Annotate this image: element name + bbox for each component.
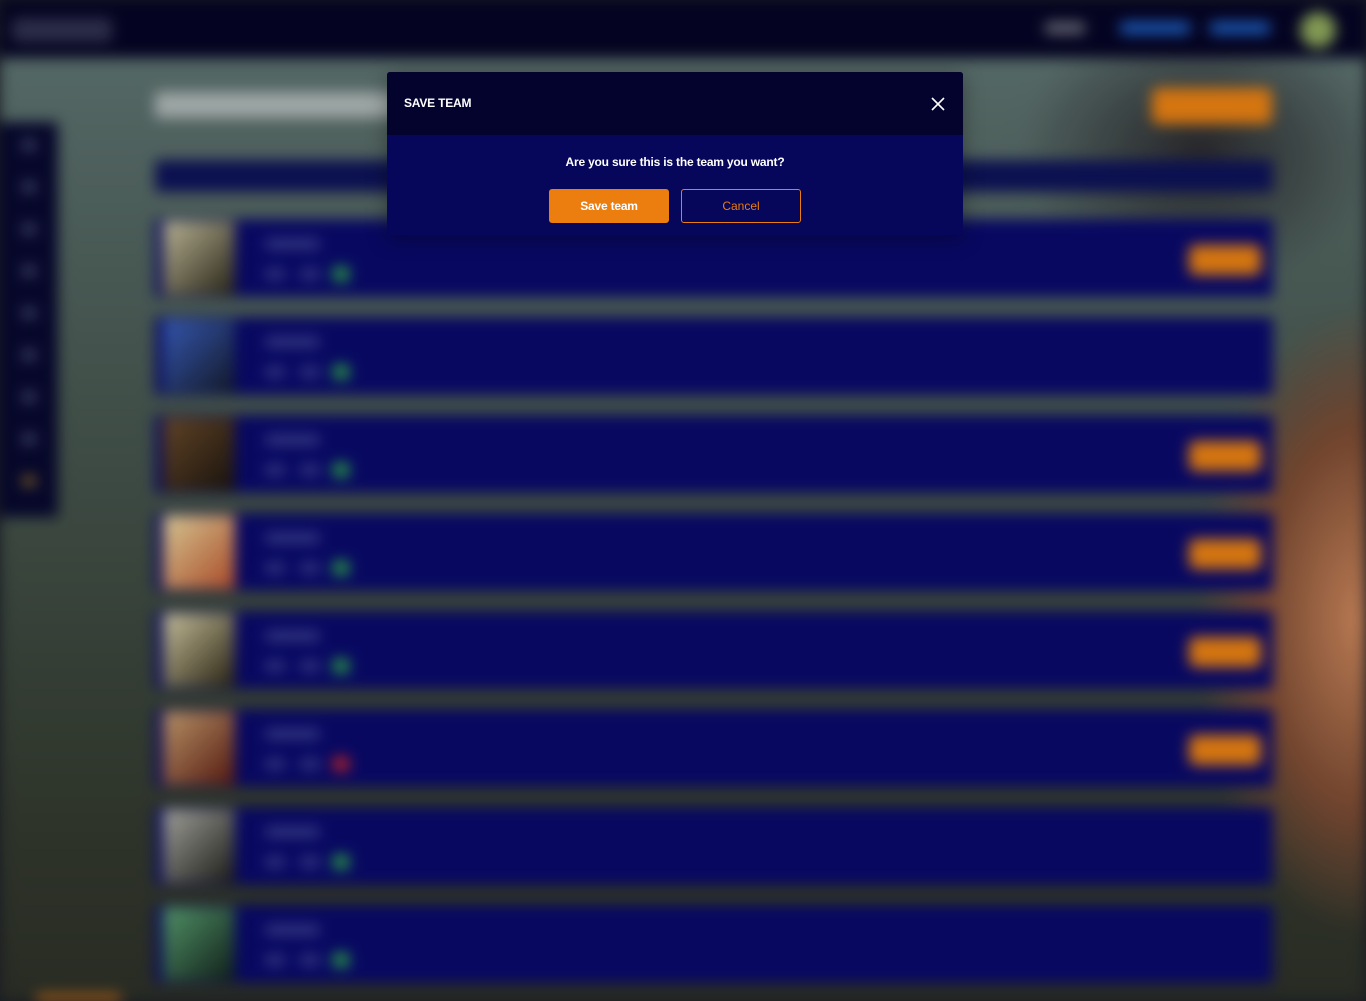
dialog-question: Are you sure this is the team you want? — [565, 155, 785, 169]
dialog-header: SAVE TEAM — [387, 72, 963, 135]
save-team-button[interactable]: Save team — [549, 189, 669, 223]
cancel-button[interactable]: Cancel — [681, 189, 801, 223]
close-button[interactable] — [927, 93, 949, 115]
close-icon — [931, 97, 945, 111]
dialog-title: SAVE TEAM — [404, 96, 472, 110]
save-team-dialog: SAVE TEAM Are you sure this is the team … — [387, 72, 963, 235]
